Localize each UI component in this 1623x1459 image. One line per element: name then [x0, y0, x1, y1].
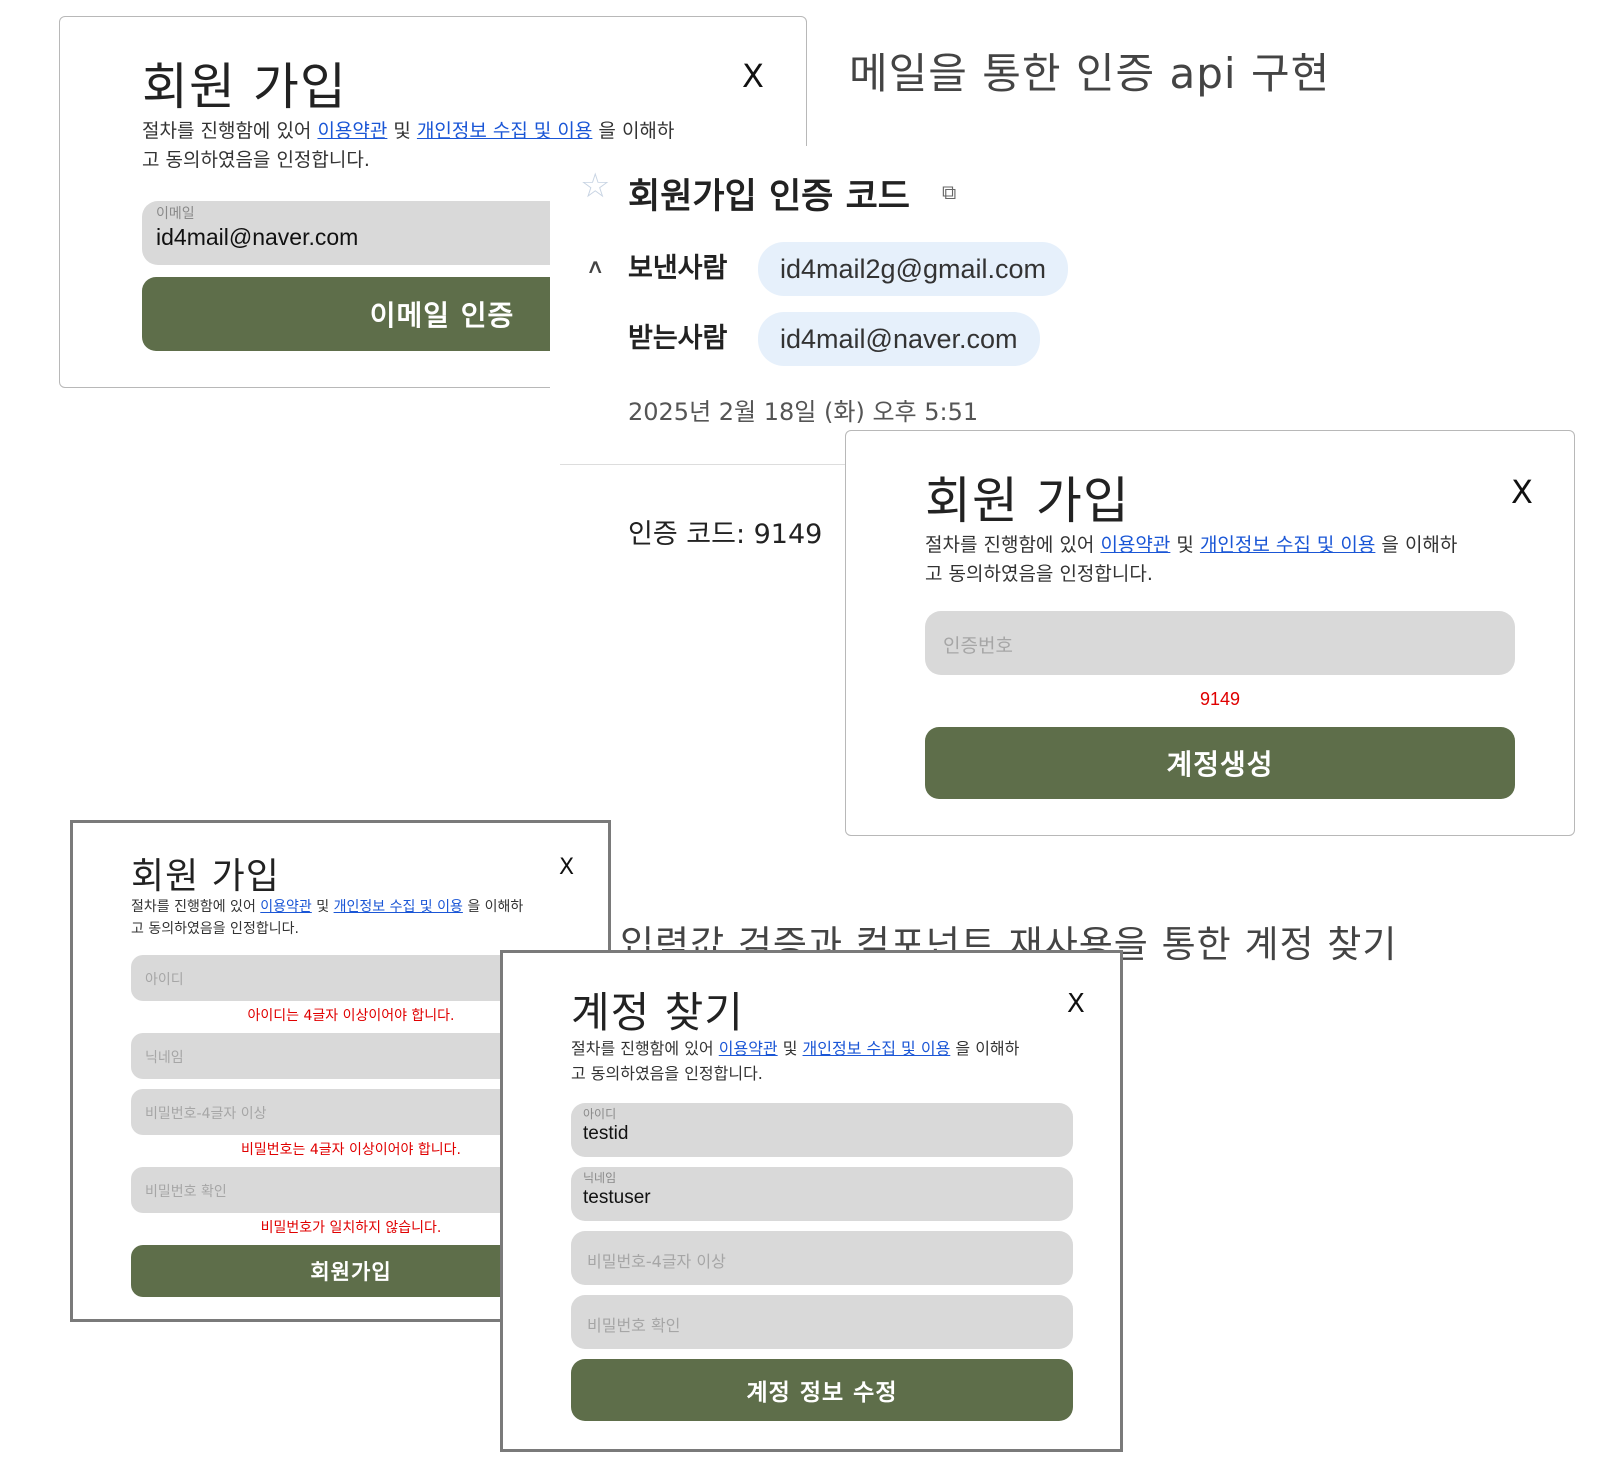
terms-link[interactable]: 이용약관: [1100, 534, 1170, 556]
id-label: 아이디: [583, 1107, 617, 1121]
password-field[interactable]: 비밀번호-4글자 이상: [571, 1231, 1073, 1285]
password-confirm-placeholder: 비밀번호 확인: [587, 1316, 681, 1335]
privacy-link[interactable]: 개인정보 수집 및 이용: [417, 120, 592, 142]
modal-title: 회원 가입: [131, 856, 280, 897]
email-body-code: 인증 코드: 9149: [628, 519, 823, 550]
create-account-button[interactable]: 계정생성: [925, 727, 1515, 799]
terms-link[interactable]: 이용약관: [317, 120, 387, 142]
close-button[interactable]: X: [559, 855, 574, 880]
password-placeholder: 비밀번호-4글자 이상: [587, 1252, 726, 1271]
close-button[interactable]: X: [1067, 989, 1085, 1019]
star-icon[interactable]: ☆: [580, 166, 610, 206]
modal-title: 회원 가입: [142, 58, 347, 116]
modal-title: 계정 찾기: [571, 988, 744, 1037]
password-confirm-field[interactable]: 비밀번호 확인: [571, 1295, 1073, 1349]
privacy-link[interactable]: 개인정보 수집 및 이용: [334, 899, 463, 915]
update-account-button[interactable]: 계정 정보 수정: [571, 1359, 1073, 1421]
terms-link[interactable]: 이용약관: [260, 899, 312, 915]
nickname-placeholder: 닉네임: [145, 1050, 184, 1066]
consent-text: 절차를 진행함에 있어 이용약관 및 개인정보 수집 및 이용 을 이해하 고 동…: [925, 534, 1458, 586]
find-account-modal: 계정 찾기 X 절차를 진행함에 있어 이용약관 및 개인정보 수집 및 이용 …: [500, 950, 1123, 1452]
code-hint: 9149: [1199, 689, 1241, 709]
divider: [560, 464, 860, 465]
close-button[interactable]: X: [1511, 473, 1533, 511]
recipient-chip[interactable]: id4mail@naver.com: [758, 312, 1040, 366]
nickname-value: testuser: [583, 1187, 651, 1208]
email-viewer: ☆ 회원가입 인증 코드 ⧉ ∧ 보낸사람 id4mail2g@gmail.co…: [550, 146, 1110, 466]
close-button[interactable]: X: [742, 57, 764, 95]
external-link-icon[interactable]: ⧉: [942, 180, 956, 204]
id-field[interactable]: 아이디 testid: [571, 1103, 1073, 1157]
sender-chip[interactable]: id4mail2g@gmail.com: [758, 242, 1069, 296]
id-value: testid: [583, 1123, 629, 1144]
verification-code-placeholder: 인증번호: [943, 635, 1013, 657]
signup-code-modal: 회원 가입 X 절차를 진행함에 있어 이용약관 및 개인정보 수집 및 이용 …: [845, 430, 1575, 836]
consent-text: 절차를 진행함에 있어 이용약관 및 개인정보 수집 및 이용 을 이해하 고 동…: [571, 1039, 1020, 1083]
collapse-chevron-icon[interactable]: ∧: [586, 254, 605, 278]
verification-code-field[interactable]: 인증번호: [925, 611, 1515, 675]
email-api-heading: 메일을 통한 인증 api 구현: [849, 49, 1331, 98]
consent-text: 절차를 진행함에 있어 이용약관 및 개인정보 수집 및 이용 을 이해하 고 동…: [131, 899, 524, 937]
modal-title: 회원 가입: [925, 472, 1130, 530]
email-label: 이메일: [156, 206, 195, 222]
id-placeholder: 아이디: [145, 972, 184, 988]
password-confirm-placeholder: 비밀번호 확인: [145, 1184, 227, 1200]
email-date: 2025년 2월 18일 (화) 오후 5:51: [628, 398, 979, 426]
email-value: id4mail@naver.com: [156, 224, 359, 250]
password-placeholder: 비밀번호-4글자 이상: [145, 1106, 267, 1122]
terms-link[interactable]: 이용약관: [719, 1039, 778, 1058]
privacy-link[interactable]: 개인정보 수집 및 이용: [803, 1039, 951, 1058]
nickname-field[interactable]: 닉네임 testuser: [571, 1167, 1073, 1221]
email-subject: 회원가입 인증 코드: [628, 177, 910, 217]
sender-label: 보낸사람: [628, 253, 728, 284]
recipient-label: 받는사람: [628, 323, 728, 354]
nickname-label: 닉네임: [583, 1171, 617, 1185]
privacy-link[interactable]: 개인정보 수집 및 이용: [1200, 534, 1375, 556]
